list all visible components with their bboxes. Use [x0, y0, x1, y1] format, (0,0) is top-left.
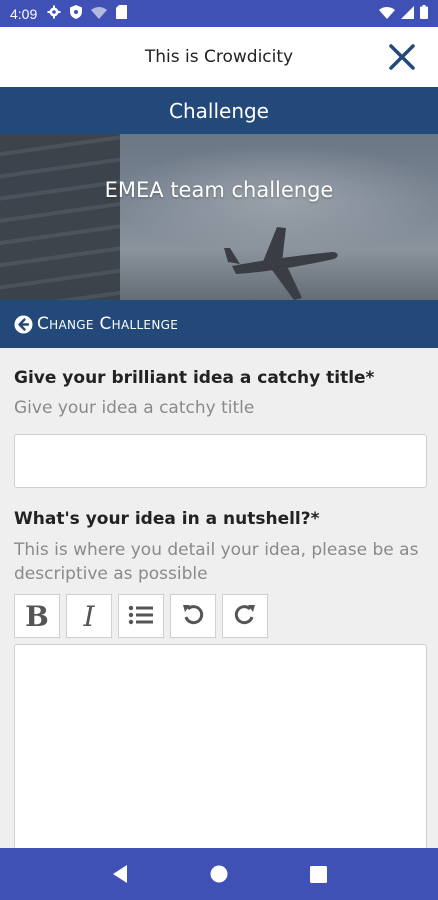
system-nav-bar — [0, 848, 438, 900]
undo-icon — [181, 600, 205, 633]
status-bar: 4:09 — [0, 0, 438, 27]
challenge-header: Challenge — [0, 87, 438, 134]
challenge-header-title: Challenge — [169, 98, 269, 123]
undo-button[interactable] — [170, 594, 216, 638]
arrow-left-circle-icon — [14, 315, 33, 334]
wifi-icon — [91, 6, 108, 22]
redo-icon — [233, 600, 257, 633]
wifi-icon — [379, 6, 395, 22]
settings-icon — [47, 5, 61, 22]
shield-icon — [70, 5, 83, 22]
change-challenge-button[interactable]: Change Challenge — [0, 300, 438, 348]
plane-icon — [224, 227, 338, 300]
sim-icon — [116, 5, 128, 22]
title-label: Give your brilliant idea a catchy title* — [14, 368, 375, 388]
recents-icon[interactable] — [307, 863, 329, 885]
close-icon[interactable] — [386, 41, 418, 73]
change-challenge-label: Change Challenge — [37, 314, 179, 334]
home-icon[interactable] — [208, 863, 230, 885]
editor-toolbar: B I — [14, 594, 268, 638]
status-time: 4:09 — [10, 5, 38, 22]
bold-button[interactable]: B — [14, 594, 60, 638]
nutshell-label: What's your idea in a nutshell?* — [14, 509, 320, 529]
banner-building — [0, 134, 120, 300]
app-bar: This is Crowdicity — [0, 27, 438, 87]
signal-icon — [401, 5, 414, 22]
challenge-banner: EMEA team challenge — [0, 134, 438, 300]
nutshell-hint: This is where you detail your idea, plea… — [14, 540, 419, 584]
redo-button[interactable] — [222, 594, 268, 638]
title-input[interactable] — [14, 434, 427, 488]
italic-button[interactable]: I — [66, 594, 112, 638]
back-icon[interactable] — [109, 863, 131, 885]
list-button[interactable] — [118, 594, 164, 638]
title-hint: Give your idea a catchy title — [14, 398, 255, 418]
battery-icon — [420, 5, 428, 22]
list-icon — [128, 600, 154, 633]
banner-title: EMEA team challenge — [104, 178, 334, 202]
app-title: This is Crowdicity — [144, 47, 294, 67]
nutshell-editor[interactable] — [14, 644, 427, 854]
